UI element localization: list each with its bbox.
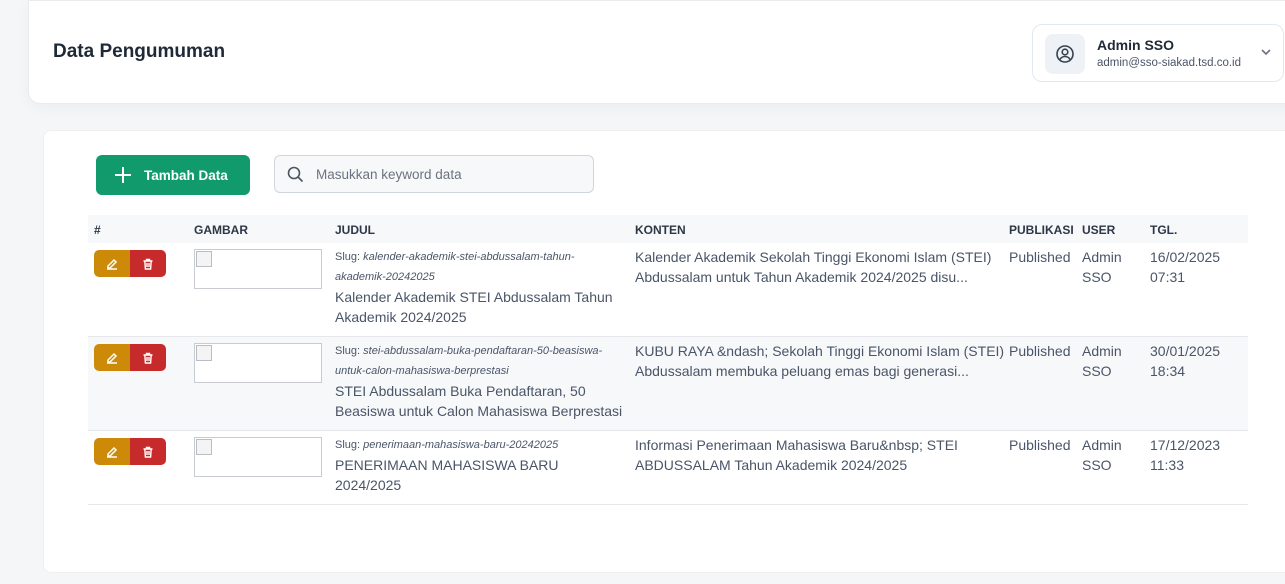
add-data-button[interactable]: Tambah Data xyxy=(96,155,250,195)
user-text: SSO xyxy=(1082,363,1112,379)
date-cell: 30/01/2025 18:34 xyxy=(1150,341,1220,381)
slug-line: Slug: kalender-akademik-stei-abdussalam-… xyxy=(335,251,575,263)
search-input[interactable] xyxy=(316,166,576,182)
time-text: 18:34 xyxy=(1150,363,1186,379)
content-text: Abdussalam membuka peluang emas bagi gen… xyxy=(635,363,969,379)
user-text: Admin xyxy=(1082,249,1122,265)
row-actions xyxy=(94,250,166,277)
title-text: Beasiswa untuk Calon Mahasiswa Berpresta… xyxy=(335,403,623,419)
trash-icon xyxy=(143,446,153,458)
row-actions xyxy=(94,438,166,465)
user-text: Admin xyxy=(1082,343,1122,359)
title-cell: Slug: stei-abdussalam-buka-pendaftaran-5… xyxy=(335,341,625,421)
page-header: Data Pengumuman Admin SSO admin@sso-siak… xyxy=(28,0,1285,104)
broken-image-icon xyxy=(196,439,212,455)
table-header: # GAMBAR JUDUL KONTEN PUBLIKASI USER TGL… xyxy=(88,215,1248,243)
date-text: 17/12/2023 xyxy=(1150,437,1221,453)
column-header-user: USER xyxy=(1082,223,1116,237)
column-header-publication: PUBLIKASI xyxy=(1009,223,1074,237)
trash-icon xyxy=(143,352,153,364)
date-text: 16/02/2025 xyxy=(1150,249,1221,265)
title-cell: Slug: kalender-akademik-stei-abdussalam-… xyxy=(335,247,625,327)
table-row: Slug: penerimaan-mahasiswa-baru-20242025… xyxy=(88,431,1248,505)
user-circle-icon xyxy=(1056,45,1074,63)
plus-icon xyxy=(115,167,131,183)
user-text: SSO xyxy=(1082,457,1112,473)
search-box[interactable] xyxy=(274,155,594,193)
broken-image-icon xyxy=(196,345,212,361)
column-header-content: KONTEN xyxy=(635,223,686,237)
broken-image-icon xyxy=(196,251,212,267)
slug-line: akademik-20242025 xyxy=(335,271,435,283)
table-row: Slug: stei-abdussalam-buka-pendaftaran-5… xyxy=(88,337,1248,431)
announcement-image xyxy=(194,343,322,383)
data-card: Tambah Data # GAMBAR JUDUL KONTEN PUBLIK… xyxy=(43,130,1285,573)
slug-line: Slug: stei-abdussalam-buka-pendaftaran-5… xyxy=(335,345,603,357)
user-email: admin@sso-siakad.tsd.co.id xyxy=(1097,57,1241,69)
date-cell: 17/12/2023 11:33 xyxy=(1150,435,1220,475)
content-cell: Informasi Penerimaan Mahasiswa Baru&nbsp… xyxy=(635,435,1005,475)
user-name: Admin SSO xyxy=(1097,37,1175,53)
edit-icon xyxy=(107,258,118,270)
content-text: KUBU RAYA &ndash; Sekolah Tinggi Ekonomi… xyxy=(635,343,1005,359)
edit-button[interactable] xyxy=(94,438,130,465)
slug-line: Slug: penerimaan-mahasiswa-baru-20242025 xyxy=(335,439,559,451)
user-cell: Admin SSO xyxy=(1082,341,1122,381)
user-cell: Admin SSO xyxy=(1082,435,1122,475)
row-actions xyxy=(94,344,166,371)
column-header-title: JUDUL xyxy=(335,223,376,237)
announcement-table: # GAMBAR JUDUL KONTEN PUBLIKASI USER TGL… xyxy=(88,215,1248,505)
time-text: 11:33 xyxy=(1150,457,1184,473)
announcement-image xyxy=(194,437,322,477)
chevron-down-icon[interactable] xyxy=(1259,45,1273,59)
title-text: Akademik 2024/2025 xyxy=(335,309,467,325)
add-data-label: Tambah Data xyxy=(144,167,228,183)
content-cell: Kalender Akademik Sekolah Tinggi Ekonomi… xyxy=(635,247,1005,287)
user-text: SSO xyxy=(1082,269,1112,285)
page-title: Data Pengumuman xyxy=(53,41,226,62)
edit-button[interactable] xyxy=(94,344,130,371)
edit-icon xyxy=(107,352,118,364)
content-text: Abdussalam untuk Tahun Akademik 2024/202… xyxy=(635,269,968,285)
content-text: ABDUSSALAM Tahun Akademik 2024/2025 xyxy=(635,457,908,473)
search-icon xyxy=(287,166,304,182)
status-text: Published xyxy=(1009,249,1071,265)
content-cell: KUBU RAYA &ndash; Sekolah Tinggi Ekonomi… xyxy=(635,341,1005,381)
trash-icon xyxy=(143,258,153,270)
content-text: Kalender Akademik Sekolah Tinggi Ekonomi… xyxy=(635,249,992,265)
edit-icon xyxy=(107,446,118,458)
title-text: Kalender Akademik STEI Abdussalam Tahun xyxy=(335,289,613,305)
content-text: Informasi Penerimaan Mahasiswa Baru&nbsp… xyxy=(635,437,958,453)
slug-line: untuk-calon-mahasiswa-berprestasi xyxy=(335,365,509,377)
table-row: Slug: kalender-akademik-stei-abdussalam-… xyxy=(88,243,1248,337)
column-header-date: TGL. xyxy=(1150,223,1178,237)
delete-button[interactable] xyxy=(130,438,166,465)
avatar xyxy=(1045,34,1085,74)
title-text: 2024/2025 xyxy=(335,477,402,493)
date-cell: 16/02/2025 07:31 xyxy=(1150,247,1220,287)
status-text: Published xyxy=(1009,343,1071,359)
title-cell: Slug: penerimaan-mahasiswa-baru-20242025… xyxy=(335,435,625,495)
title-text: PENERIMAAN MAHASISWA BARU xyxy=(335,457,559,473)
column-header-number: # xyxy=(94,223,101,237)
user-cell: Admin SSO xyxy=(1082,247,1122,287)
column-header-image: GAMBAR xyxy=(194,223,248,237)
title-text: STEI Abdussalam Buka Pendaftaran, 50 xyxy=(335,383,586,399)
date-text: 30/01/2025 xyxy=(1150,343,1221,359)
user-menu[interactable]: Admin SSO admin@sso-siakad.tsd.co.id xyxy=(1032,24,1284,82)
delete-button[interactable] xyxy=(130,344,166,371)
edit-button[interactable] xyxy=(94,250,130,277)
user-text: Admin xyxy=(1082,437,1122,453)
announcement-image xyxy=(194,249,322,289)
status-text: Published xyxy=(1009,437,1071,453)
time-text: 07:31 xyxy=(1150,269,1186,285)
delete-button[interactable] xyxy=(130,250,166,277)
